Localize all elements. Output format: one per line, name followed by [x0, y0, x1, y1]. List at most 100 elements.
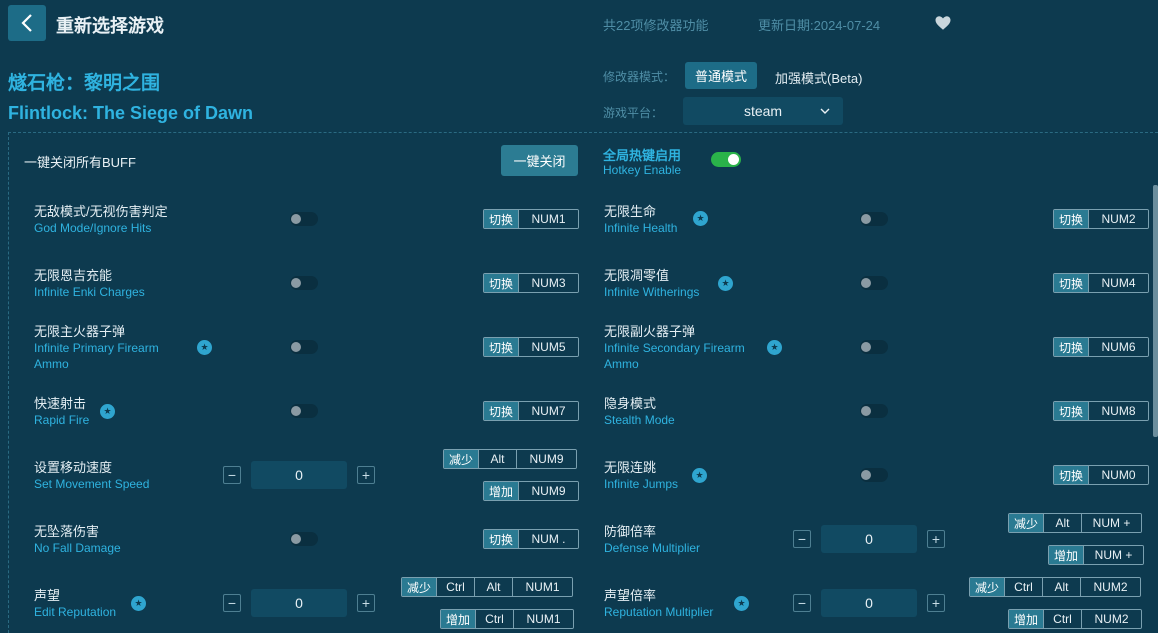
hotkey-key: NUM9	[516, 450, 577, 468]
cheat-panel	[8, 132, 1158, 633]
hotkey-key: Alt	[474, 578, 513, 596]
value-stepper: − 0 +	[223, 589, 375, 617]
hotkey-group: 减少 Alt NUM9	[443, 449, 578, 469]
game-name-cn: 燧石枪：黎明之围	[8, 73, 161, 94]
cheat-name-cn: 无限凋零值	[604, 268, 670, 283]
heart-icon[interactable]	[934, 14, 952, 32]
star-icon: ★	[693, 211, 708, 226]
decrease-action-button[interactable]: 减少	[1009, 514, 1044, 532]
increase-action-button[interactable]: 增加	[441, 610, 476, 628]
hotkey-group: 增加 NUM +	[1048, 545, 1145, 565]
game-name-en: Flintlock: The Siege of Dawn	[8, 103, 254, 123]
star-icon: ★	[734, 596, 749, 611]
platform-value: steam	[743, 103, 783, 119]
value-stepper: − 0 +	[793, 525, 945, 553]
cheat-name-cn: 无限副火器子弹	[604, 324, 696, 339]
toggle-knob	[861, 470, 871, 480]
hotkey-key: NUM4	[1088, 274, 1149, 292]
toggle-action-button[interactable]: 切换	[484, 274, 519, 292]
decrease-action-button[interactable]: 减少	[970, 578, 1005, 596]
value-input[interactable]: 0	[821, 525, 917, 553]
toggle-action-button[interactable]: 切换	[1054, 466, 1089, 484]
cheat-toggle[interactable]	[290, 404, 318, 418]
all-off-button[interactable]: 一键关闭	[501, 145, 578, 176]
cheat-name-en-line2: Ammo	[34, 357, 69, 371]
back-button[interactable]	[8, 5, 46, 41]
hotkey-key: Ctrl	[1043, 610, 1082, 628]
increment-button[interactable]: +	[927, 594, 945, 612]
toggle-action-button[interactable]: 切换	[484, 338, 519, 356]
cheat-toggle[interactable]	[860, 468, 888, 482]
hotkey-toggle[interactable]	[711, 152, 741, 167]
toggle-action-button[interactable]: 切换	[484, 530, 519, 548]
toggle-action-button[interactable]: 切换	[1054, 338, 1089, 356]
cheat-toggle[interactable]	[860, 340, 888, 354]
hotkey-group: 切换 NUM8	[1053, 401, 1150, 421]
toggle-knob	[291, 342, 301, 352]
enhanced-mode-button[interactable]: 加强模式(Beta)	[775, 68, 862, 87]
decrease-action-button[interactable]: 减少	[444, 450, 479, 468]
cheat-toggle[interactable]	[290, 340, 318, 354]
hotkey-group: 切换 NUM2	[1053, 209, 1150, 229]
cheat-name-en: Infinite Health	[604, 221, 678, 235]
cheat-toggle[interactable]	[290, 276, 318, 290]
cheat-name-en: Stealth Mode	[604, 413, 675, 427]
increment-button[interactable]: +	[357, 466, 375, 484]
decrement-button[interactable]: −	[793, 594, 811, 612]
cheat-name-cn: 快速射击	[34, 396, 87, 411]
decrease-action-button[interactable]: 减少	[402, 578, 437, 596]
all-off-label: 一键关闭所有BUFF	[24, 155, 136, 170]
increase-action-button[interactable]: 增加	[1049, 546, 1084, 564]
increment-button[interactable]: +	[357, 594, 375, 612]
toggle-action-button[interactable]: 切换	[484, 402, 519, 420]
hotkey-key: NUM7	[518, 402, 579, 420]
toggle-knob	[861, 406, 871, 416]
increment-button[interactable]: +	[927, 530, 945, 548]
cheat-name-en: Rapid Fire	[34, 413, 90, 427]
cheat-toggle[interactable]	[860, 404, 888, 418]
hotkey-group: 减少 Alt NUM +	[1008, 513, 1143, 533]
cheat-name-en: Infinite Secondary Firearm	[604, 341, 745, 355]
scrollbar[interactable]	[1153, 185, 1158, 437]
toggle-knob	[861, 278, 871, 288]
hotkey-key: NUM1	[512, 578, 573, 596]
hotkey-key: NUM6	[1088, 338, 1149, 356]
cheat-name-cn: 隐身模式	[604, 396, 657, 411]
value-input[interactable]: 0	[251, 461, 347, 489]
cheat-item: 设置移动速度 Set Movement Speed	[34, 459, 149, 492]
toggle-knob	[291, 278, 301, 288]
cheat-toggle[interactable]	[290, 212, 318, 226]
cheat-toggle[interactable]	[860, 276, 888, 290]
hotkey-key: NUM3	[518, 274, 579, 292]
value-input[interactable]: 0	[821, 589, 917, 617]
cheat-name-cn: 无限连跳	[604, 460, 657, 475]
cheat-name-cn: 声望	[34, 588, 61, 603]
cheat-name-en: Infinite Witherings	[604, 285, 700, 299]
star-icon: ★	[767, 340, 782, 355]
toggle-action-button[interactable]: 切换	[1054, 402, 1089, 420]
toggle-action-button[interactable]: 切换	[484, 210, 519, 228]
hotkey-group: 增加 Ctrl NUM1	[440, 609, 575, 629]
hotkey-key: NUM8	[1088, 402, 1149, 420]
platform-label: 游戏平台：	[603, 106, 664, 120]
toggle-knob	[861, 214, 871, 224]
cheat-toggle[interactable]	[290, 532, 318, 546]
platform-select[interactable]: steam	[683, 97, 843, 125]
toggle-action-button[interactable]: 切换	[1054, 274, 1089, 292]
normal-mode-button[interactable]: 普通模式	[685, 62, 757, 89]
toggle-knob	[291, 534, 301, 544]
increase-action-button[interactable]: 增加	[1009, 610, 1044, 628]
value-input[interactable]: 0	[251, 589, 347, 617]
hotkey-key: NUM +	[1083, 546, 1144, 564]
hotkey-group: 切换 NUM0	[1053, 465, 1150, 485]
increase-action-button[interactable]: 增加	[484, 482, 519, 500]
cheat-toggle[interactable]	[860, 212, 888, 226]
decrement-button[interactable]: −	[223, 466, 241, 484]
decrement-button[interactable]: −	[793, 530, 811, 548]
decrement-button[interactable]: −	[223, 594, 241, 612]
cheat-name-en: Reputation Multiplier	[604, 605, 714, 619]
cheat-name-en: Infinite Enki Charges	[34, 285, 145, 299]
toggle-action-button[interactable]: 切换	[1054, 210, 1089, 228]
hotkey-group: 切换 NUM7	[483, 401, 580, 421]
cheat-name-en: Edit Reputation	[34, 605, 117, 619]
